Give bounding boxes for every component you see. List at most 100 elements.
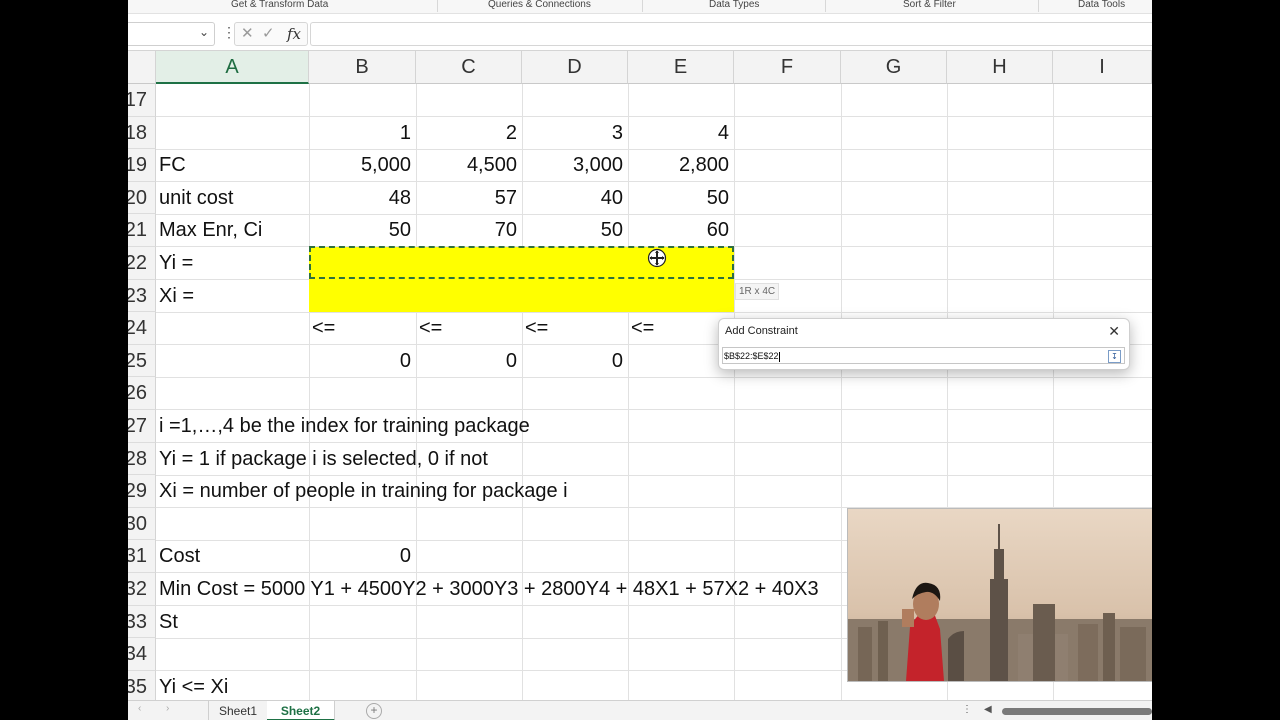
ribbon-separator bbox=[1038, 0, 1039, 12]
row-header-19[interactable]: 19 bbox=[128, 149, 156, 182]
tab-sheet1[interactable]: Sheet1 bbox=[208, 701, 268, 720]
formula-buttons: ✕ ✓ fx bbox=[234, 22, 308, 46]
ribbon-group-data-types[interactable]: Data Types bbox=[709, 0, 759, 10]
cell-a23[interactable]: Xi = bbox=[159, 280, 194, 313]
row-header-26[interactable]: 26 bbox=[128, 377, 156, 410]
cell-a31[interactable]: Cost bbox=[159, 540, 200, 573]
row-header-22[interactable]: 22 bbox=[128, 247, 156, 280]
chevron-down-icon[interactable]: ⌄ bbox=[199, 25, 209, 39]
cell-c24[interactable]: <= bbox=[419, 312, 442, 345]
column-header-a[interactable]: A bbox=[156, 51, 309, 84]
cell-a28[interactable]: Yi = 1 if package i is selected, 0 if no… bbox=[159, 443, 488, 476]
cell-b20[interactable]: 48 bbox=[309, 182, 411, 215]
cell-a35[interactable]: Yi <= Xi bbox=[159, 671, 228, 704]
horizontal-scrollbar[interactable]: ◀ bbox=[984, 704, 1152, 716]
column-header-d[interactable]: D bbox=[522, 51, 628, 84]
column-header-g[interactable]: G bbox=[841, 51, 947, 84]
name-box[interactable]: ⌄ bbox=[128, 22, 215, 46]
insert-function-button[interactable]: fx bbox=[287, 25, 301, 43]
column-header-i[interactable]: I bbox=[1053, 51, 1152, 84]
next-sheet-icon[interactable]: › bbox=[166, 703, 169, 714]
cell-b18[interactable]: 1 bbox=[309, 117, 411, 150]
cell-d21[interactable]: 50 bbox=[522, 214, 623, 247]
more-options-icon[interactable]: ⋮ bbox=[962, 704, 972, 715]
select-all-corner[interactable] bbox=[128, 51, 156, 84]
add-sheet-icon[interactable]: + bbox=[366, 703, 382, 719]
ribbon-separator bbox=[642, 0, 643, 12]
cell-b31[interactable]: 0 bbox=[309, 540, 411, 573]
cell-d18[interactable]: 3 bbox=[522, 117, 623, 150]
ribbon-group-queries[interactable]: Queries & Connections bbox=[488, 0, 591, 10]
row-header-31[interactable]: 31 bbox=[128, 540, 156, 573]
row-number: 32 bbox=[128, 578, 147, 600]
cell-e19[interactable]: 2,800 bbox=[628, 149, 729, 182]
cell-a19[interactable]: FC bbox=[159, 149, 186, 182]
column-header-f[interactable]: F bbox=[734, 51, 841, 84]
row-header-29[interactable]: 29 bbox=[128, 475, 156, 508]
cell-c25[interactable]: 0 bbox=[416, 345, 517, 378]
cell-a20[interactable]: unit cost bbox=[159, 182, 233, 215]
row-header-30[interactable]: 30 bbox=[128, 507, 156, 541]
ribbon-group-sort-filter[interactable]: Sort & Filter bbox=[903, 0, 956, 10]
column-header-e[interactable]: E bbox=[628, 51, 734, 84]
cell-d25[interactable]: 0 bbox=[522, 345, 623, 378]
cell-b25[interactable]: 0 bbox=[309, 345, 411, 378]
row-header-23[interactable]: 23 bbox=[128, 279, 156, 313]
cell-a22[interactable]: Yi = bbox=[159, 247, 193, 280]
row-number: 19 bbox=[128, 154, 147, 177]
checkmark-icon[interactable]: ✓ bbox=[262, 24, 275, 42]
row-header-24[interactable]: 24 bbox=[128, 312, 156, 345]
close-icon[interactable]: ✕ bbox=[1108, 323, 1120, 340]
row-header-32[interactable]: 32 bbox=[128, 573, 156, 606]
formula-input[interactable] bbox=[310, 22, 1152, 46]
column-header-c[interactable]: C bbox=[416, 51, 522, 84]
selection-size-tooltip: 1R x 4C bbox=[735, 283, 780, 300]
cell-d24[interactable]: <= bbox=[525, 312, 548, 345]
previous-sheet-icon[interactable]: ‹ bbox=[138, 703, 141, 714]
row-number: 23 bbox=[128, 284, 147, 307]
row-header-25[interactable]: 25 bbox=[128, 344, 156, 378]
column-header-b[interactable]: B bbox=[309, 51, 416, 84]
row-header-20[interactable]: 20 bbox=[128, 181, 156, 215]
cell-d20[interactable]: 40 bbox=[522, 182, 623, 215]
cell-a29[interactable]: Xi = number of people in training for pa… bbox=[159, 475, 568, 508]
cell-e24[interactable]: <= bbox=[631, 312, 654, 345]
cell-b21[interactable]: 50 bbox=[309, 214, 411, 247]
cell-reference-input[interactable]: $B$22:$E$22 ↧ bbox=[722, 347, 1125, 364]
cell-e20[interactable]: 50 bbox=[628, 182, 729, 215]
row-header-27[interactable]: 27 bbox=[128, 410, 156, 443]
column-header-h[interactable]: H bbox=[947, 51, 1053, 84]
row-header-34[interactable]: 34 bbox=[128, 638, 156, 671]
cell-b24[interactable]: <= bbox=[312, 312, 335, 345]
cell-e21[interactable]: 60 bbox=[628, 214, 729, 247]
cell-a33[interactable]: St bbox=[159, 606, 178, 639]
row-number: 30 bbox=[128, 512, 147, 535]
row-number: 26 bbox=[128, 382, 147, 405]
cell-a27[interactable]: i =1,…,4 be the index for training packa… bbox=[159, 410, 530, 443]
scroll-left-icon[interactable]: ◀ bbox=[984, 704, 992, 715]
row-header-17[interactable]: 17 bbox=[128, 84, 156, 117]
cell-d19[interactable]: 3,000 bbox=[522, 149, 623, 182]
row-header-33[interactable]: 33 bbox=[128, 605, 156, 639]
cell-e25[interactable]: 0 bbox=[628, 345, 729, 378]
webcam-overlay bbox=[847, 508, 1152, 682]
cell-c19[interactable]: 4,500 bbox=[416, 149, 517, 182]
cell-c21[interactable]: 70 bbox=[416, 214, 517, 247]
close-icon[interactable]: ✕ bbox=[241, 24, 254, 42]
cell-b19[interactable]: 5,000 bbox=[309, 149, 411, 182]
row-header-35[interactable]: 35 bbox=[128, 670, 156, 704]
ribbon-group-get-transform[interactable]: Get & Transform Data bbox=[231, 0, 328, 10]
tab-sheet2[interactable]: Sheet2 bbox=[267, 701, 335, 720]
cell-e18[interactable]: 4 bbox=[628, 117, 729, 150]
ribbon-group-data-tools[interactable]: Data Tools bbox=[1078, 0, 1125, 10]
row-header-18[interactable]: 18 bbox=[128, 116, 156, 150]
cell-a21[interactable]: Max Enr, Ci bbox=[159, 214, 262, 247]
cell-c20[interactable]: 57 bbox=[416, 182, 517, 215]
row-header-28[interactable]: 28 bbox=[128, 442, 156, 476]
row-header-21[interactable]: 21 bbox=[128, 214, 156, 247]
row-number: 24 bbox=[128, 317, 147, 340]
cell-a32[interactable]: Min Cost = 5000 Y1 + 4500Y2 + 3000Y3 + 2… bbox=[159, 573, 819, 606]
scrollbar-thumb[interactable] bbox=[1002, 708, 1152, 715]
cell-c18[interactable]: 2 bbox=[416, 117, 517, 150]
collapse-dialog-icon[interactable]: ↧ bbox=[1108, 350, 1121, 363]
